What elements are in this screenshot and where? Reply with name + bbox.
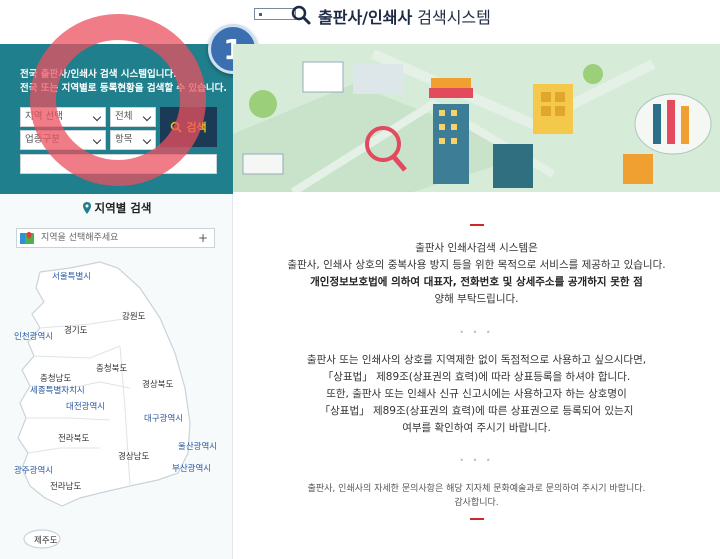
map-gyeonggi[interactable]: 경기도 <box>64 324 87 336</box>
chevron-down-icon <box>142 112 152 122</box>
search-icon <box>171 121 183 133</box>
chevron-down-icon <box>92 112 102 122</box>
map-chungnam[interactable]: 충청남도 <box>40 372 71 384</box>
intro-paragraph: 출판사 인쇄사검색 시스템은 출판사, 인쇄사 상호의 중복사용 방지 등을 위… <box>287 242 666 305</box>
search-panel: 전국 출판사/인쇄사 검색 시스템입니다. 전국 또는 지역별로 등록현황을 검… <box>0 44 233 194</box>
map-ulsan[interactable]: 울산광역시 <box>178 440 217 452</box>
hero-illustration <box>233 44 720 192</box>
city-illustration <box>233 44 720 192</box>
region-search-title: 지역별 검색 <box>0 200 233 216</box>
map-gwangju[interactable]: 광주광역시 <box>14 464 53 476</box>
map-chungbuk[interactable]: 충청북도 <box>96 362 127 374</box>
plus-icon: + <box>197 231 208 245</box>
trademark-paragraph: 출판사 또는 인쇄사의 상호를 지역제한 없이 독점적으로 사용하고 싶으시다면… <box>306 354 647 434</box>
map-daejeon[interactable]: 대전광역시 <box>66 400 105 412</box>
map-incheon[interactable]: 인천광역시 <box>14 330 53 342</box>
chevron-down-icon <box>92 135 102 145</box>
korea-map-shape <box>17 261 191 549</box>
map-busan[interactable]: 부산광역시 <box>172 462 211 474</box>
separator-dots: • • • <box>459 328 494 337</box>
page-title: 출판사/인쇄사 검색시스템 <box>318 8 491 27</box>
left-panel: 전국 출판사/인쇄사 검색 시스템입니다. 전국 또는 지역별로 등록현황을 검… <box>0 44 233 559</box>
map-gyeongnam[interactable]: 경상남도 <box>118 450 149 462</box>
map-jeonbuk[interactable]: 전라북도 <box>58 432 89 444</box>
map-gyeongbuk[interactable]: 경상북도 <box>142 378 173 390</box>
separator-dots: • • • <box>459 456 494 465</box>
korea-map[interactable]: 서울특별시 인천광역시 경기도 강원도 충청북도 충청남도 세종특별자치시 대전… <box>0 258 233 558</box>
type-select[interactable]: 업종구분 <box>20 130 106 150</box>
all-select[interactable]: 전체 <box>110 107 156 127</box>
search-button[interactable]: 검색 <box>160 107 217 147</box>
map-jeonnam[interactable]: 전라남도 <box>50 480 81 492</box>
location-pin-icon <box>82 202 91 214</box>
map-seoul[interactable]: 서울특별시 <box>52 270 91 282</box>
page-header: 출판사/인쇄사 검색시스템 <box>0 0 720 34</box>
region-select[interactable]: 지역 선택 <box>20 107 106 127</box>
item-select[interactable]: 항목 <box>110 130 156 150</box>
chevron-down-icon <box>142 135 152 145</box>
map-icon <box>20 232 34 244</box>
divider <box>470 518 484 520</box>
keyword-input[interactable] <box>20 154 217 174</box>
map-jeju[interactable]: 제주도 <box>34 534 57 546</box>
main-content: 출판사 인쇄사검색 시스템은 출판사, 인쇄사 상호의 중복사용 방지 등을 위… <box>233 192 720 559</box>
map-sejong[interactable]: 세종특별자치시 <box>30 384 85 396</box>
search-intro: 전국 출판사/인쇄사 검색 시스템입니다. 전국 또는 지역별로 등록현황을 검… <box>20 69 227 94</box>
region-dropdown[interactable]: 지역을 선택해주세요 + <box>16 228 215 248</box>
divider <box>470 224 484 226</box>
contact-paragraph: 출판사, 인쇄사의 자세한 문의사항은 해당 지자체 문화예술과로 문의하여 주… <box>307 484 646 508</box>
map-gangwon[interactable]: 강원도 <box>122 310 145 322</box>
map-daegu[interactable]: 대구광역시 <box>144 412 183 424</box>
search-icon <box>291 5 311 25</box>
